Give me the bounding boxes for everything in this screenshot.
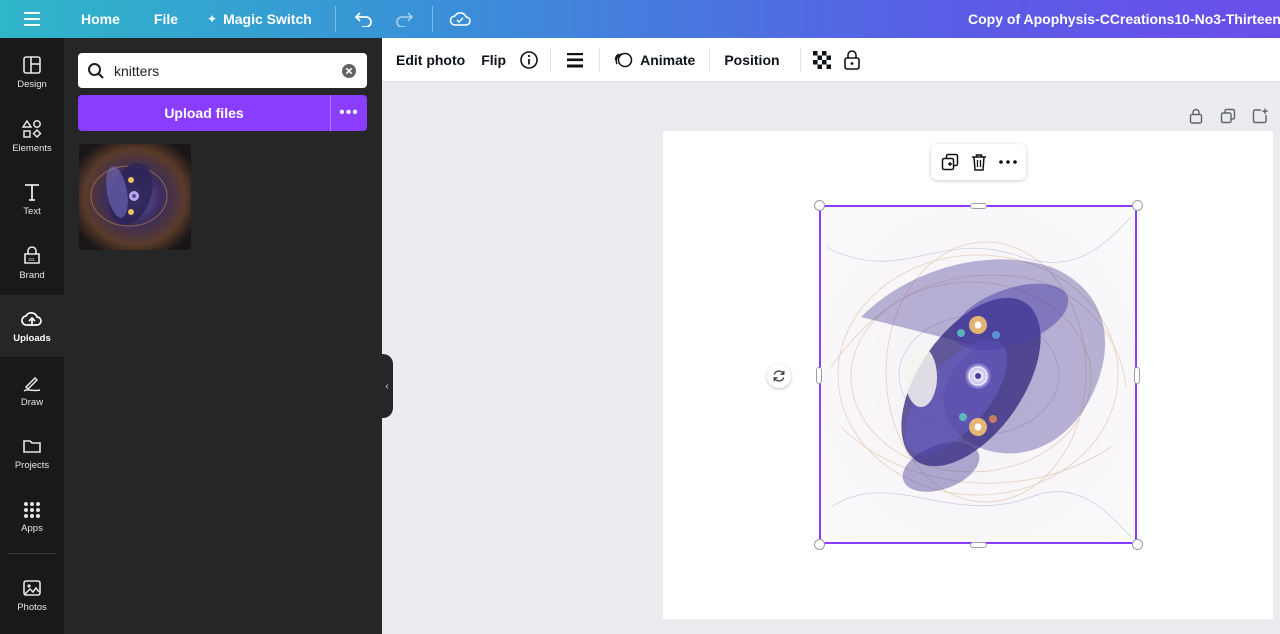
resize-handle[interactable] xyxy=(1132,539,1143,550)
position-button[interactable]: Position xyxy=(716,38,793,82)
home-link[interactable]: Home xyxy=(64,0,137,38)
edit-photo-button[interactable]: Edit photo xyxy=(388,38,473,82)
rotate-handle-icon[interactable] xyxy=(767,364,791,388)
upload-files-label: Upload files xyxy=(78,95,331,131)
selected-fractal-image[interactable] xyxy=(819,205,1137,544)
photos-icon xyxy=(23,579,41,596)
redo-icon[interactable] xyxy=(384,0,426,38)
divider xyxy=(599,47,601,72)
cloud-saved-icon[interactable] xyxy=(439,0,481,38)
rail-uploads[interactable]: Uploads xyxy=(0,295,64,357)
resize-handle[interactable] xyxy=(1134,367,1140,384)
rail-label: Uploads xyxy=(13,332,51,344)
collapse-panel-handle[interactable]: ‹ xyxy=(381,354,393,418)
svg-text:co.: co. xyxy=(28,257,36,263)
rail-label: Apps xyxy=(21,522,43,534)
lock-icon[interactable] xyxy=(837,38,867,82)
rail-draw[interactable]: Draw xyxy=(0,359,64,421)
design-icon xyxy=(23,55,41,74)
rail-elements[interactable]: Elements xyxy=(0,105,64,167)
hamburger-menu-icon[interactable] xyxy=(0,0,64,38)
rail-text[interactable]: Text xyxy=(0,168,64,230)
search-input[interactable]: knitters xyxy=(78,53,367,88)
more-options-icon[interactable]: ••• xyxy=(331,95,367,131)
resize-handle[interactable] xyxy=(970,203,987,209)
border-style-icon[interactable] xyxy=(557,38,593,82)
divider xyxy=(334,6,336,32)
animate-button[interactable]: Animate xyxy=(606,38,703,82)
uploaded-image-thumbnail[interactable] xyxy=(79,144,191,250)
top-bar: Home File ✦ Magic Switch Copy of Apophys… xyxy=(0,0,1280,38)
duplicate-icon[interactable] xyxy=(937,149,963,175)
divider xyxy=(799,47,801,72)
resize-handle[interactable] xyxy=(970,542,987,548)
add-page-icon[interactable] xyxy=(1250,106,1270,126)
document-title[interactable]: Copy of Apophysis-CCreations10-No3-Thirt… xyxy=(968,0,1280,38)
resize-handle[interactable] xyxy=(814,200,825,211)
rail-label: Draw xyxy=(20,396,44,408)
duplicate-page-icon[interactable] xyxy=(1218,106,1238,126)
rail-brand[interactable]: co. Brand xyxy=(0,232,64,294)
divider xyxy=(709,47,711,72)
rail-label: Projects xyxy=(14,459,50,471)
divider xyxy=(431,6,433,32)
rail-label: Design xyxy=(17,78,47,90)
rail-projects[interactable]: Projects xyxy=(0,422,64,484)
transparency-icon[interactable] xyxy=(807,38,837,82)
resize-handle[interactable] xyxy=(816,367,822,384)
brand-icon: co. xyxy=(24,245,40,264)
uploads-panel: knitters Upload files ••• xyxy=(64,38,382,634)
text-icon xyxy=(25,183,39,201)
rail-label: Brand xyxy=(19,269,45,281)
animate-icon xyxy=(614,52,633,67)
elements-icon xyxy=(22,119,42,138)
info-icon[interactable] xyxy=(514,38,544,82)
undo-icon[interactable] xyxy=(342,0,384,38)
context-toolbar: Edit photo Flip Animate Position xyxy=(382,38,1280,82)
file-menu[interactable]: File xyxy=(137,0,195,38)
resize-handle[interactable] xyxy=(814,539,825,550)
magic-switch-label: Magic Switch xyxy=(223,11,312,27)
magic-switch-button[interactable]: ✦ Magic Switch xyxy=(195,0,329,38)
rail-label: Photos xyxy=(17,601,47,613)
search-icon xyxy=(78,62,114,80)
more-options-icon[interactable] xyxy=(995,149,1021,175)
clear-search-icon[interactable] xyxy=(331,63,367,79)
rail-label: Elements xyxy=(12,142,52,154)
resize-handle[interactable] xyxy=(1132,200,1143,211)
trash-icon[interactable] xyxy=(966,149,992,175)
apps-grid-icon xyxy=(24,501,40,518)
divider xyxy=(550,47,552,72)
rail-design[interactable]: Design xyxy=(0,41,64,103)
flip-button[interactable]: Flip xyxy=(473,38,514,82)
folder-icon xyxy=(23,439,41,453)
rail-apps[interactable]: Apps xyxy=(0,486,64,548)
lock-page-icon[interactable] xyxy=(1186,106,1206,126)
upload-files-button[interactable]: Upload files ••• xyxy=(78,95,367,131)
element-floating-toolbar xyxy=(931,144,1026,180)
search-value[interactable]: knitters xyxy=(114,63,331,79)
rail-label: Text xyxy=(23,205,41,217)
left-rail: Design Elements Text co. Brand Uploads D… xyxy=(0,38,64,634)
sparkle-icon: ✦ xyxy=(207,12,218,26)
animate-label: Animate xyxy=(640,51,696,68)
divider xyxy=(8,553,56,554)
rail-photos[interactable]: Photos xyxy=(0,564,64,626)
draw-icon xyxy=(23,376,41,392)
cloud-upload-icon xyxy=(21,311,42,326)
